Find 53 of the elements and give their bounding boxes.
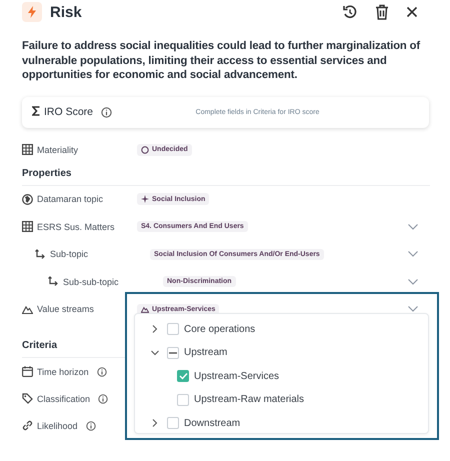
chevron-right-icon[interactable] (151, 419, 159, 427)
link-icon (22, 420, 33, 431)
field-label: Classification (37, 394, 90, 404)
chevron-down-icon[interactable] (408, 251, 418, 258)
field-label: Sub-sub-topic (63, 276, 119, 287)
grid-icon (22, 144, 33, 155)
field-label: Value streams (37, 304, 94, 314)
panel-title: Risk (50, 4, 82, 20)
menu-option[interactable]: Upstream-Raw materials (194, 394, 304, 406)
checkbox[interactable] (167, 323, 179, 336)
field-label: ESRS Sus. Matters (37, 222, 115, 232)
calendar-icon (22, 366, 33, 377)
info-icon[interactable] (96, 366, 107, 376)
chevron-down-icon[interactable] (151, 348, 159, 357)
section-heading: Properties (22, 168, 72, 178)
branch-arrow-icon (35, 248, 46, 260)
info-icon[interactable] (86, 420, 96, 430)
close-icon[interactable] (406, 6, 418, 18)
chevron-right-icon[interactable] (151, 325, 159, 334)
field-label: Likelihood (37, 420, 78, 430)
checkmark-icon (178, 372, 188, 380)
undo-icon[interactable] (342, 4, 358, 20)
info-icon[interactable] (98, 394, 108, 404)
field-label: Time horizon (37, 366, 89, 376)
iro-score-label: IRO Score (44, 106, 94, 118)
trash-icon[interactable] (375, 4, 389, 20)
tag-icon (22, 393, 33, 404)
sparkle-icon (141, 195, 149, 204)
checkbox[interactable] (167, 417, 179, 429)
lightning-icon (22, 2, 42, 22)
circle-icon (141, 146, 149, 154)
menu-option[interactable]: Upstream (184, 347, 228, 358)
field-label: Datamaran topic (37, 194, 104, 204)
minus-icon (169, 352, 177, 354)
menu-option[interactable]: Upstream-Services (194, 370, 280, 382)
globe-icon (22, 194, 33, 205)
chevron-down-icon[interactable] (408, 278, 418, 285)
risk-description: Failure to address social inequalities could lead to further marginalization of vulnerable populations, limiting their access to essential services and opportunities for economic and social advancement. (22, 39, 422, 82)
chevron-down-icon[interactable] (408, 224, 418, 230)
mountain-icon (22, 304, 33, 314)
grid-icon (22, 221, 33, 232)
checkbox[interactable] (177, 394, 189, 406)
checkbox[interactable] (177, 370, 189, 382)
chevron-down-icon[interactable] (408, 306, 418, 312)
checkbox[interactable] (167, 346, 179, 359)
menu-option[interactable]: Core operations (184, 324, 256, 335)
field-label: Materiality (37, 144, 78, 154)
field-label: Sub-topic (50, 249, 88, 260)
menu-option[interactable]: Downstream (184, 418, 240, 428)
mountain-icon (141, 306, 149, 313)
info-icon[interactable] (101, 106, 112, 118)
section-heading: Criteria (22, 340, 58, 351)
branch-arrow-icon (48, 276, 59, 288)
